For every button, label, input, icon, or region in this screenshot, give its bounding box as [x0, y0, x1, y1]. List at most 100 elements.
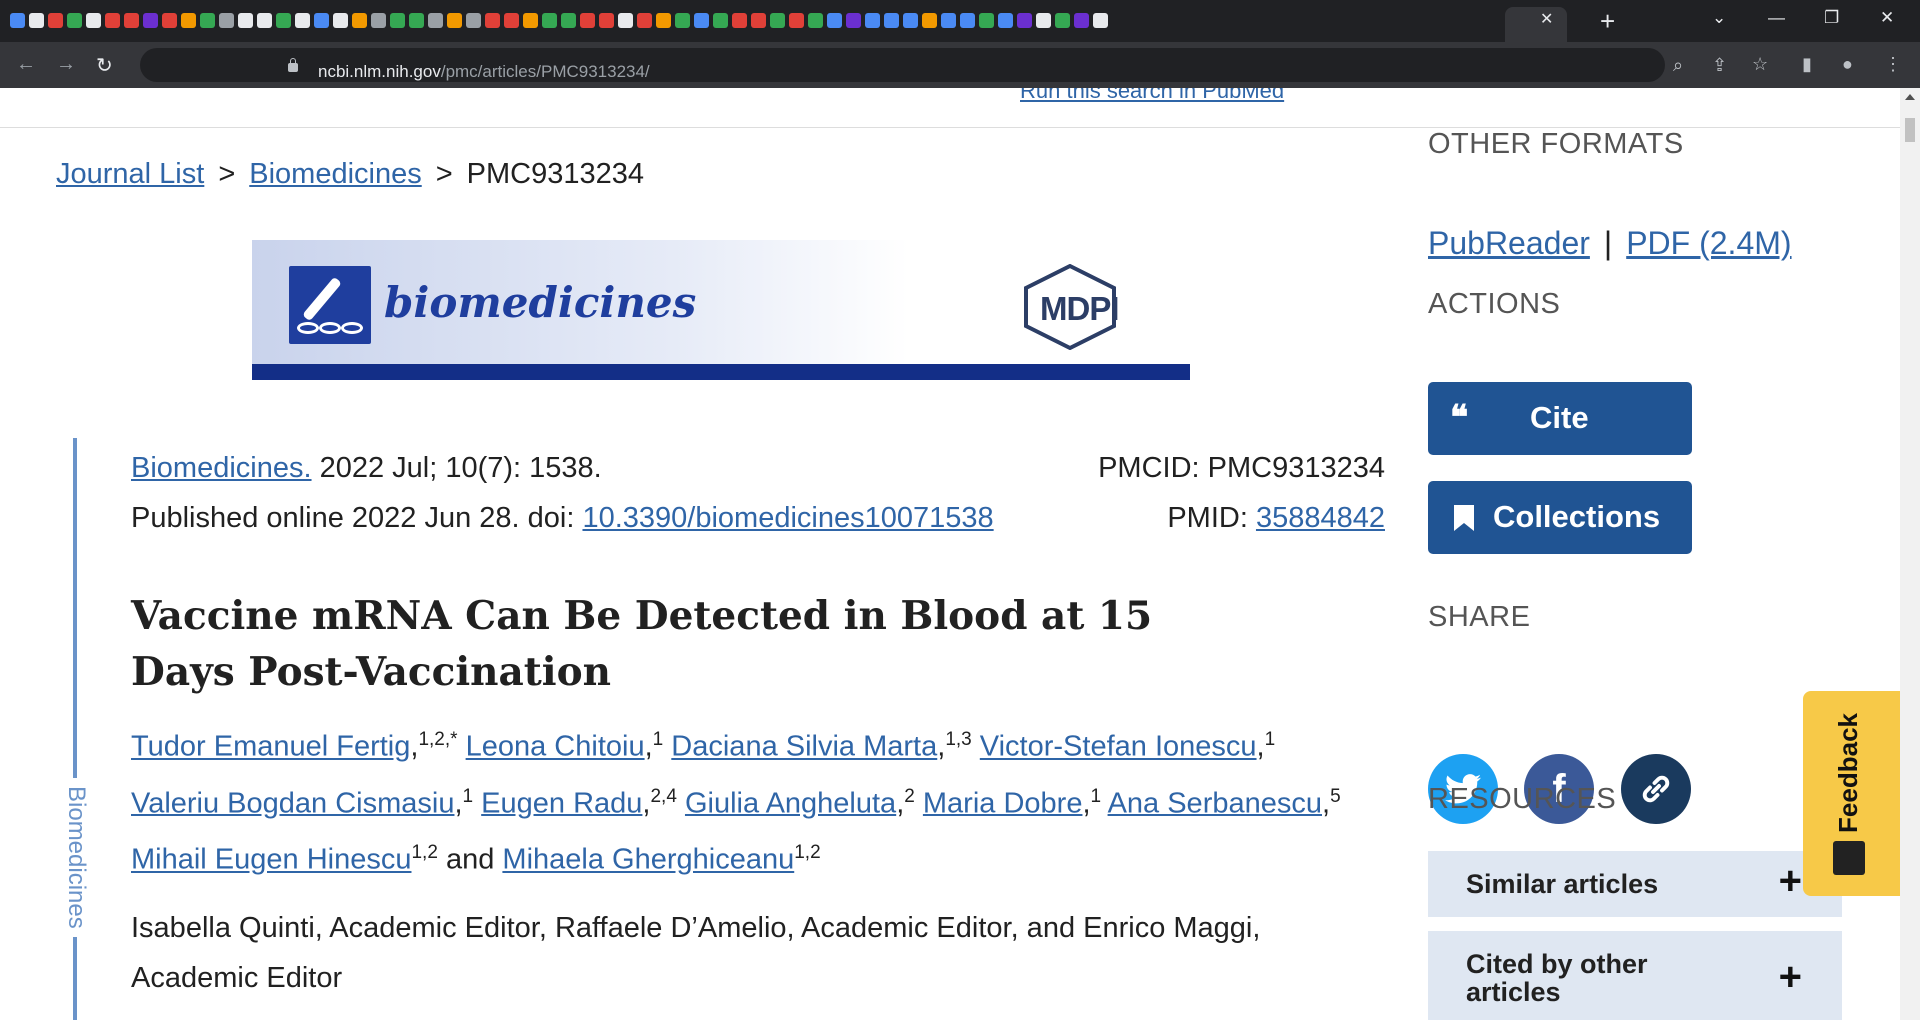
tab-favicon-icon[interactable] — [86, 13, 101, 28]
author-link[interactable]: Valeriu Bogdan Cismasiu — [131, 787, 454, 819]
tab-favicon-icon[interactable] — [1093, 13, 1108, 28]
share-page-icon[interactable]: ⇪ — [1712, 55, 1727, 76]
tab-favicon-icon[interactable] — [732, 13, 747, 28]
address-bar[interactable]: ncbi.nlm.nih.gov/pmc/articles/PMC9313234… — [140, 48, 1768, 82]
author-link[interactable]: Mihail Eugen Hinescu — [131, 844, 411, 876]
tab-favicon-icon[interactable] — [447, 13, 462, 28]
tab-favicon-icon[interactable] — [675, 13, 690, 28]
collections-button[interactable]: Collections — [1428, 481, 1692, 554]
scroll-up-icon[interactable] — [1905, 94, 1915, 100]
tab-favicon-icon[interactable] — [162, 13, 177, 28]
tab-favicon-icon[interactable] — [1036, 13, 1051, 28]
tab-favicon-icon[interactable] — [67, 13, 82, 28]
copy-link-button[interactable] — [1621, 754, 1691, 824]
tab-favicon-icon[interactable] — [105, 13, 120, 28]
tab-favicon-icon[interactable] — [238, 13, 253, 28]
tab-favicon-icon[interactable] — [656, 13, 671, 28]
profile-icon[interactable]: ● — [1842, 54, 1853, 75]
tab-favicon-icon[interactable] — [903, 13, 918, 28]
tab-favicon-icon[interactable] — [865, 13, 880, 28]
author-link[interactable]: Daciana Silvia Marta — [671, 731, 937, 763]
tab-favicon-icon[interactable] — [409, 13, 424, 28]
tab-favicon-icon[interactable] — [10, 13, 25, 28]
tab-favicon-icon[interactable] — [390, 13, 405, 28]
tab-search-icon[interactable]: ⌄ — [1712, 8, 1726, 28]
tab-favicon-icon[interactable] — [713, 13, 728, 28]
pubreader-link[interactable]: PubReader — [1428, 225, 1590, 261]
tab-favicon-icon[interactable] — [200, 13, 215, 28]
author-link[interactable]: Tudor Emanuel Fertig — [131, 731, 410, 763]
tab-favicon-icon[interactable] — [846, 13, 861, 28]
doi-link[interactable]: 10.3390/biomedicines10071538 — [582, 502, 993, 534]
pdf-link[interactable]: PDF (2.4M) — [1626, 225, 1791, 261]
tab-favicon-icon[interactable] — [808, 13, 823, 28]
cited-by-accordion[interactable]: Cited by other articles + — [1428, 931, 1842, 1020]
breadcrumb-journal-list[interactable]: Journal List — [56, 158, 204, 190]
run-search-link[interactable]: Run this search in PubMed — [1020, 88, 1284, 104]
back-icon[interactable]: ← — [16, 53, 36, 76]
tab-favicon-icon[interactable] — [523, 13, 538, 28]
scroll-thumb[interactable] — [1905, 118, 1915, 142]
tab-favicon-icon[interactable] — [922, 13, 937, 28]
author-link[interactable]: Victor-Stefan Ionescu — [980, 731, 1257, 763]
zoom-icon[interactable]: ⌕ — [1673, 55, 1683, 76]
tab-favicon-icon[interactable] — [561, 13, 576, 28]
tab-favicon-icon[interactable] — [542, 13, 557, 28]
author-link[interactable]: Mihaela Gherghiceanu — [502, 844, 794, 876]
tab-favicon-icon[interactable] — [181, 13, 196, 28]
new-tab-button[interactable]: + — [1600, 6, 1615, 36]
author-link[interactable]: Leona Chitoiu — [466, 731, 645, 763]
feedback-tab[interactable]: Feedback — [1803, 691, 1900, 896]
minimize-button[interactable]: — — [1768, 8, 1785, 28]
tab-favicon-icon[interactable] — [29, 13, 44, 28]
bookmark-star-icon[interactable]: ☆ — [1752, 54, 1768, 75]
tab-favicon-icon[interactable] — [580, 13, 595, 28]
tab-favicon-icon[interactable] — [960, 13, 975, 28]
menu-icon[interactable]: ⋮ — [1884, 54, 1902, 75]
tab-favicon-icon[interactable] — [143, 13, 158, 28]
tab-favicon-icon[interactable] — [485, 13, 500, 28]
tab-favicon-icon[interactable] — [770, 13, 785, 28]
journal-banner[interactable]: biomedicines MDPI — [252, 240, 1190, 380]
tab-favicon-icon[interactable] — [694, 13, 709, 28]
forward-icon[interactable]: → — [56, 53, 76, 76]
author-link[interactable]: Maria Dobre — [923, 787, 1083, 819]
breadcrumb-journal[interactable]: Biomedicines — [249, 158, 421, 190]
tab-favicon-icon[interactable] — [941, 13, 956, 28]
tab-favicon-icon[interactable] — [428, 13, 443, 28]
tab-favicon-icon[interactable] — [314, 13, 329, 28]
tab-favicon-icon[interactable] — [124, 13, 139, 28]
author-link[interactable]: Giulia Angheluta — [685, 787, 896, 819]
reload-icon[interactable]: ↻ — [96, 53, 113, 78]
tab-favicon-icon[interactable] — [599, 13, 614, 28]
tab-favicon-icon[interactable] — [884, 13, 899, 28]
tab-favicon-icon[interactable] — [827, 13, 842, 28]
similar-articles-accordion[interactable]: Similar articles + — [1428, 851, 1842, 917]
tab-close-icon[interactable]: ✕ — [1540, 9, 1553, 29]
tab-favicon-icon[interactable] — [295, 13, 310, 28]
tab-favicon-icon[interactable] — [1055, 13, 1070, 28]
tab-favicon-icon[interactable] — [333, 13, 348, 28]
tab-favicon-icon[interactable] — [504, 13, 519, 28]
close-window-button[interactable]: ✕ — [1880, 8, 1894, 28]
tab-favicon-icon[interactable] — [352, 13, 367, 28]
page-scrollbar[interactable] — [1900, 88, 1920, 1020]
journal-link[interactable]: Biomedicines. — [131, 452, 312, 484]
tab-favicon-icon[interactable] — [789, 13, 804, 28]
tab-favicon-icon[interactable] — [219, 13, 234, 28]
pmid-link[interactable]: 35884842 — [1256, 502, 1385, 534]
author-link[interactable]: Eugen Radu — [481, 787, 642, 819]
tab-favicon-icon[interactable] — [466, 13, 481, 28]
tab-favicon-icon[interactable] — [48, 13, 63, 28]
active-tab[interactable] — [1505, 7, 1567, 42]
tab-favicon-icon[interactable] — [637, 13, 652, 28]
side-panel-icon[interactable]: ▮ — [1802, 54, 1812, 75]
tab-favicon-icon[interactable] — [1074, 13, 1089, 28]
cite-button[interactable]: ❝ Cite — [1428, 382, 1692, 455]
tab-favicon-icon[interactable] — [371, 13, 386, 28]
tab-favicon-icon[interactable] — [618, 13, 633, 28]
tab-favicon-icon[interactable] — [276, 13, 291, 28]
tab-favicon-icon[interactable] — [979, 13, 994, 28]
restore-button[interactable]: ❐ — [1824, 8, 1839, 28]
author-link[interactable]: Ana Serbanescu — [1108, 787, 1322, 819]
